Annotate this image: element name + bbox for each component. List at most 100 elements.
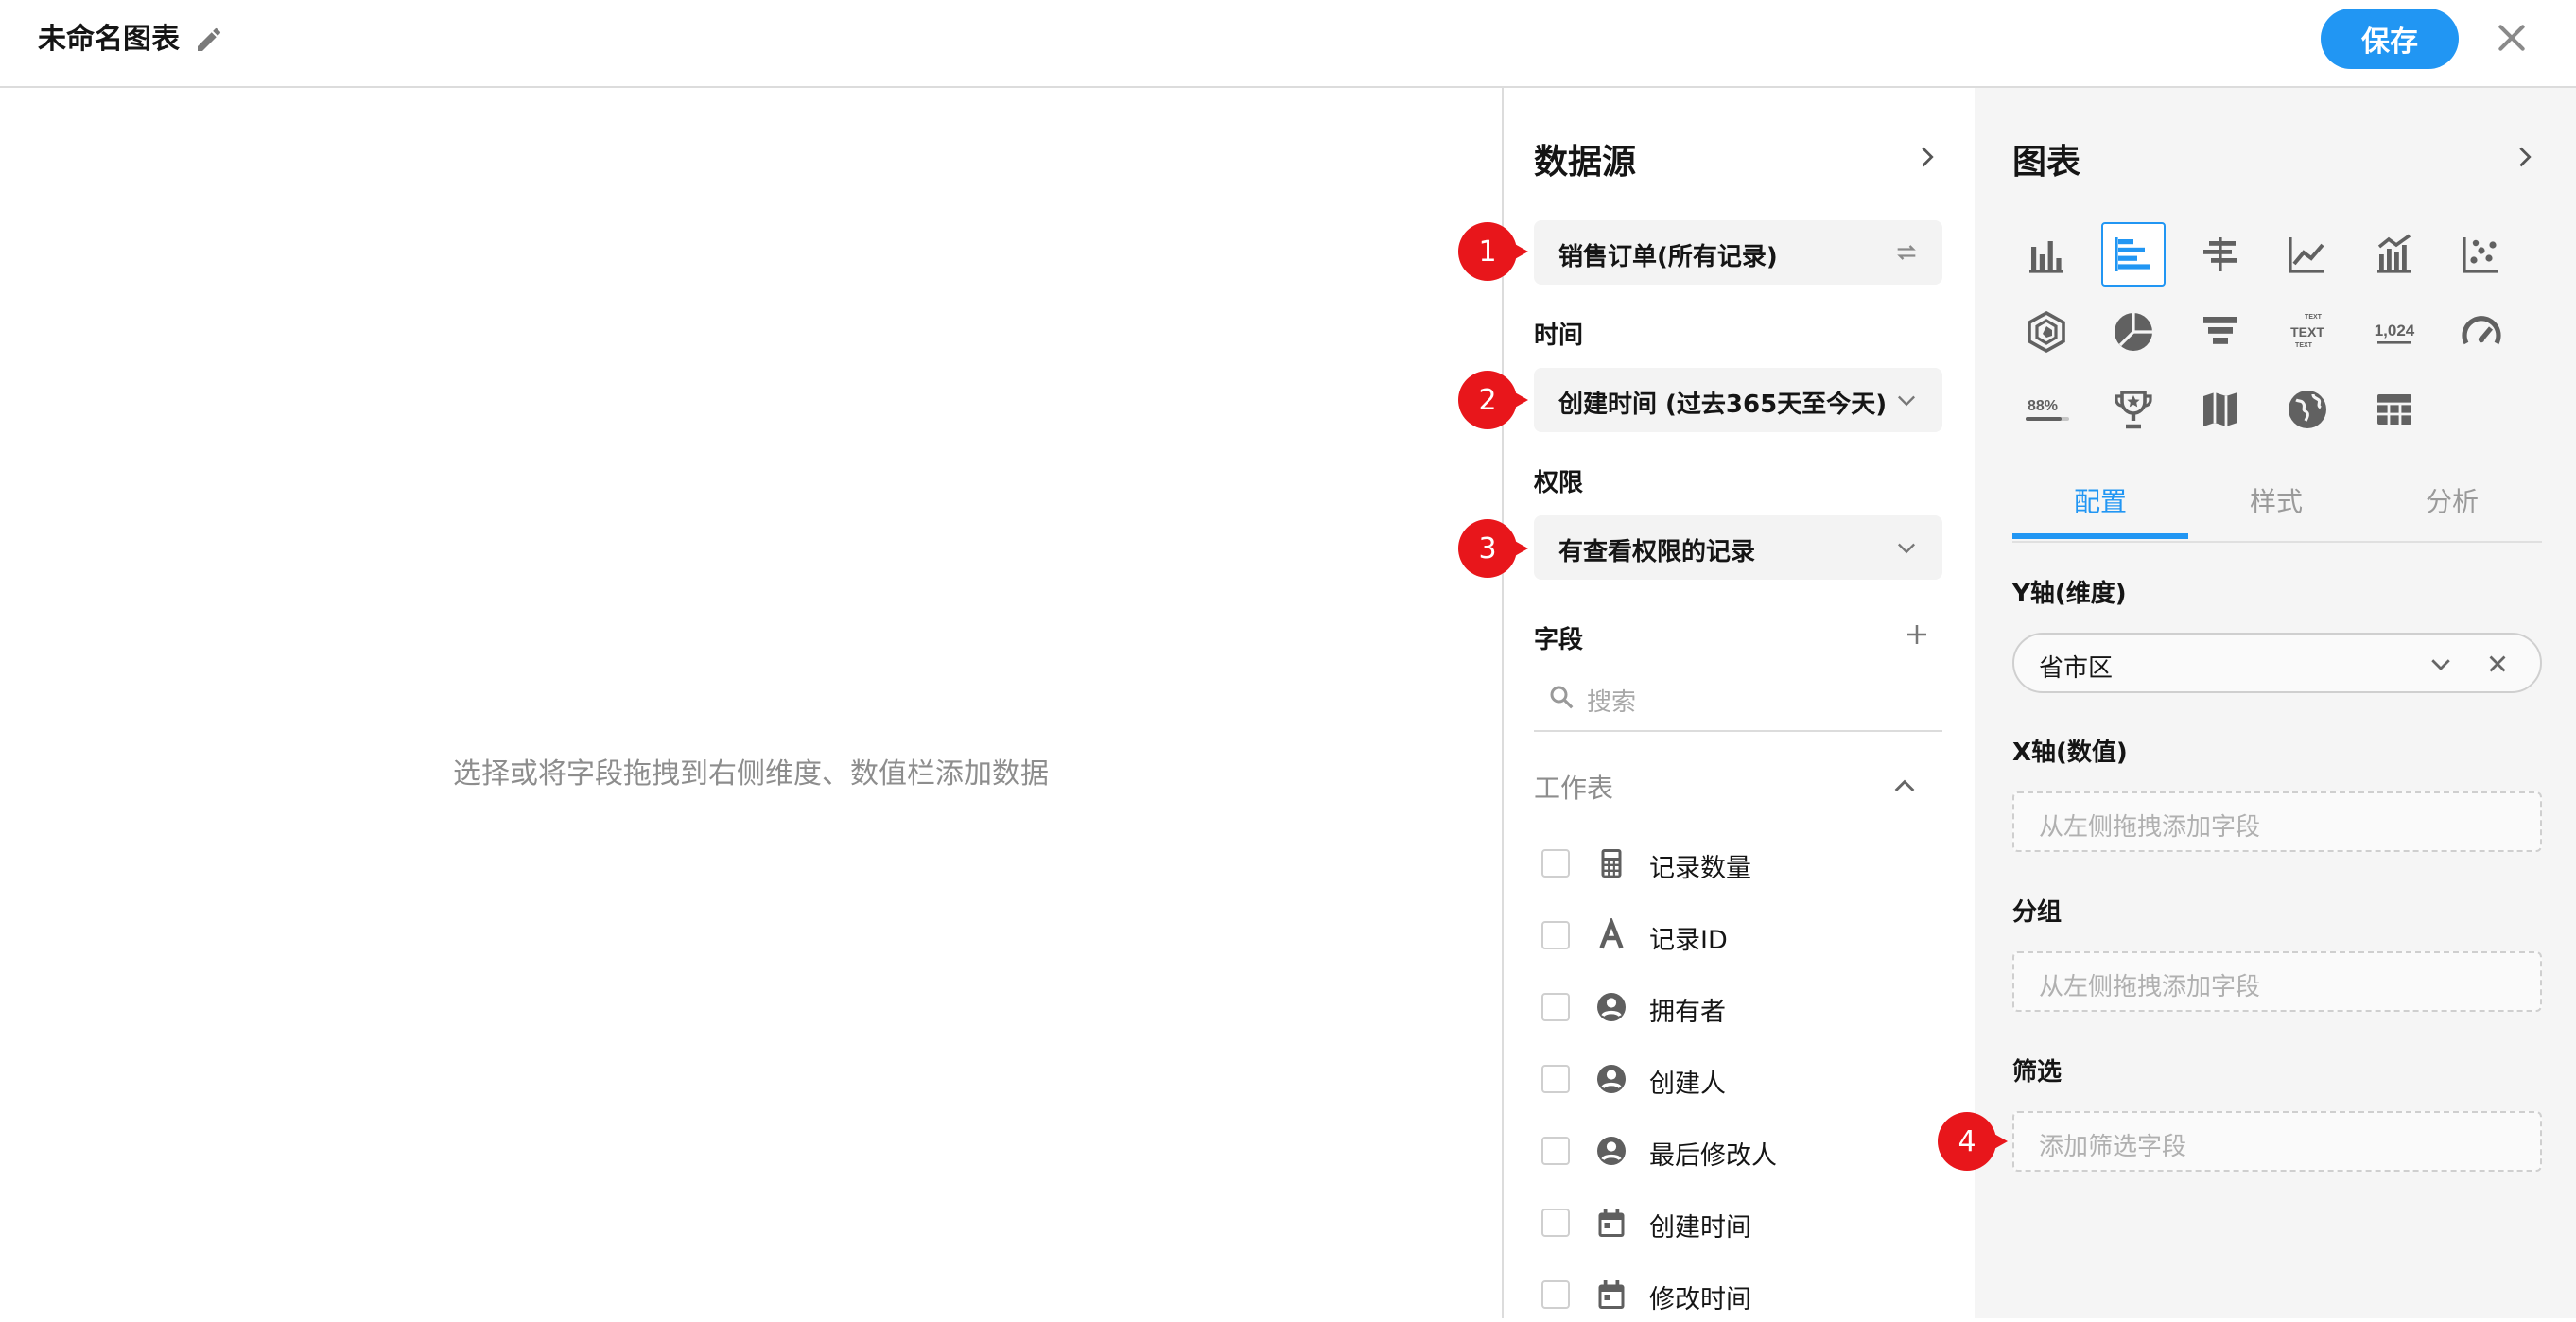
field-item[interactable]: 拥有者 bbox=[1541, 982, 1939, 1035]
calendar-icon bbox=[1598, 1280, 1625, 1309]
field-checkbox[interactable] bbox=[1541, 1065, 1570, 1093]
group-placeholder: 从左侧拖拽添加字段 bbox=[2039, 973, 2261, 1001]
chart-type-number[interactable]: 1,024 bbox=[2362, 300, 2427, 364]
close-icon[interactable] bbox=[2483, 650, 2512, 678]
permission-label: 权限 bbox=[1534, 469, 1584, 497]
chart-type-dual-axis[interactable] bbox=[2188, 222, 2253, 287]
datasource-select[interactable]: 销售订单(所有记录) bbox=[1534, 220, 1942, 285]
annotation-badge: 3 bbox=[1458, 519, 1528, 578]
person-icon bbox=[1597, 993, 1626, 1021]
gauge-chart-icon bbox=[2462, 316, 2501, 345]
table-chart-icon bbox=[2377, 394, 2411, 425]
pencil-icon[interactable] bbox=[194, 25, 224, 55]
field-name: 修改时间 bbox=[1649, 1285, 1751, 1314]
tab-config[interactable]: 配置 bbox=[2012, 481, 2188, 519]
permission-select[interactable]: 有查看权限的记录 bbox=[1534, 515, 1942, 580]
field-checkbox[interactable] bbox=[1541, 921, 1570, 949]
bar-chart-icon bbox=[2029, 241, 2063, 273]
svg-text:88%: 88% bbox=[2028, 398, 2058, 414]
ranking-chart-icon bbox=[2115, 391, 2152, 429]
field-item[interactable]: 创建人 bbox=[1541, 1053, 1939, 1106]
field-checkbox[interactable] bbox=[1541, 1280, 1570, 1309]
config-tabs: 配置 样式 分析 bbox=[2012, 468, 2542, 543]
chart-type-horizontal-bar[interactable] bbox=[2101, 222, 2166, 287]
chevron-right-icon[interactable] bbox=[2512, 144, 2538, 170]
chevron-down-icon bbox=[1898, 543, 1915, 554]
map-chart-icon bbox=[2203, 392, 2237, 426]
field-item[interactable]: 修改时间 bbox=[1541, 1269, 1939, 1322]
field-item[interactable]: 记录数量 bbox=[1541, 838, 1939, 891]
filter-placeholder: 添加筛选字段 bbox=[2039, 1133, 2187, 1161]
chart-type-scatter[interactable] bbox=[2449, 222, 2514, 287]
group-label: 分组 bbox=[2012, 898, 2063, 927]
chart-type-map[interactable] bbox=[2188, 377, 2253, 442]
chevron-down-icon bbox=[1898, 395, 1915, 407]
tab-analysis[interactable]: 分析 bbox=[2364, 481, 2540, 519]
y-axis-label: Y轴(维度) bbox=[2012, 580, 2127, 608]
save-button[interactable]: 保存 bbox=[2321, 9, 2459, 69]
field-checkbox[interactable] bbox=[1541, 849, 1570, 878]
chart-type-table[interactable] bbox=[2362, 377, 2427, 442]
annotation-badge: 2 bbox=[1458, 371, 1528, 429]
pie-chart-icon bbox=[2115, 313, 2152, 351]
chart-type-funnel[interactable] bbox=[2188, 300, 2253, 364]
scatter-chart-icon bbox=[2463, 237, 2498, 273]
chart-type-combo[interactable] bbox=[2362, 222, 2427, 287]
field-checkbox[interactable] bbox=[1541, 993, 1570, 1021]
search-input[interactable]: 搜索 bbox=[1587, 683, 1636, 718]
field-checkbox[interactable] bbox=[1541, 1209, 1570, 1237]
field-item[interactable]: 创建时间 bbox=[1541, 1197, 1939, 1250]
swap-icon[interactable] bbox=[1893, 239, 1920, 266]
chevron-down-icon[interactable] bbox=[2427, 650, 2455, 678]
annotation-badge: 4 bbox=[1938, 1112, 2008, 1171]
x-axis-label: X轴(数值) bbox=[2012, 739, 2128, 767]
chart-type-world-map[interactable] bbox=[2275, 377, 2340, 442]
chart-type-bar[interactable] bbox=[2014, 222, 2079, 287]
y-axis-field[interactable]: 省市区 bbox=[2012, 633, 2542, 693]
field-name: 记录ID bbox=[1649, 926, 1728, 955]
horizontal-bar-chart-icon bbox=[2115, 237, 2150, 271]
group-dropzone[interactable]: 从左侧拖拽添加字段 bbox=[2012, 951, 2542, 1012]
search-icon bbox=[1550, 686, 1574, 709]
number-chart-icon: 1,024 bbox=[2375, 322, 2415, 344]
svg-text:TEXT: TEXT bbox=[2290, 324, 2324, 339]
chevron-up-icon[interactable] bbox=[1889, 772, 1920, 802]
chart-type-radar[interactable] bbox=[2014, 300, 2079, 364]
time-value: 创建时间 (过去365天至今天) bbox=[1558, 391, 1888, 419]
field-item[interactable]: 最后修改人 bbox=[1541, 1125, 1939, 1178]
chart-type-progress[interactable]: 88% bbox=[2014, 377, 2079, 442]
field-item[interactable]: 记录ID bbox=[1541, 910, 1939, 963]
worksheet-group-label[interactable]: 工作表 bbox=[1534, 768, 1613, 806]
field-name: 创建时间 bbox=[1649, 1213, 1751, 1243]
svg-text:TEXT: TEXT bbox=[2295, 342, 2313, 349]
chart-title[interactable]: 未命名图表 bbox=[38, 21, 180, 59]
dual-axis-bar-icon bbox=[2203, 237, 2237, 271]
funnel-chart-icon bbox=[2203, 317, 2237, 344]
close-icon[interactable] bbox=[2493, 19, 2531, 57]
svg-text:1,024: 1,024 bbox=[2375, 322, 2415, 339]
x-axis-dropzone[interactable]: 从左侧拖拽添加字段 bbox=[2012, 791, 2542, 852]
y-axis-value: 省市区 bbox=[2039, 654, 2114, 683]
chart-type-line[interactable] bbox=[2275, 222, 2340, 287]
calculator-icon bbox=[1601, 849, 1622, 878]
chart-type-ranking[interactable] bbox=[2101, 377, 2166, 442]
field-name: 记录数量 bbox=[1649, 854, 1751, 883]
field-checkbox[interactable] bbox=[1541, 1137, 1570, 1165]
tab-style[interactable]: 样式 bbox=[2188, 481, 2364, 519]
world-map-icon bbox=[2289, 391, 2326, 428]
permission-value: 有查看权限的记录 bbox=[1558, 538, 1756, 566]
chevron-right-icon[interactable] bbox=[1914, 144, 1941, 170]
chart-type-gauge[interactable] bbox=[2449, 300, 2514, 364]
add-icon[interactable] bbox=[1903, 620, 1931, 649]
field-name: 创建人 bbox=[1649, 1070, 1726, 1099]
field-search[interactable]: 搜索 bbox=[1534, 666, 1942, 732]
radar-chart-icon bbox=[2028, 310, 2065, 354]
fields-label: 字段 bbox=[1534, 626, 1584, 654]
chart-type-pie[interactable] bbox=[2101, 300, 2166, 364]
filter-dropzone[interactable]: 添加筛选字段 bbox=[2012, 1111, 2542, 1172]
time-select[interactable]: 创建时间 (过去365天至今天) bbox=[1534, 368, 1942, 432]
chart-canvas[interactable]: 选择或将字段拖拽到右侧维度、数值栏添加数据 bbox=[0, 88, 1504, 1318]
chart-type-wordcloud[interactable]: TEXT TEXT TEXT bbox=[2275, 300, 2340, 364]
svg-text:TEXT: TEXT bbox=[2305, 314, 2323, 321]
top-bar: 未命名图表 保存 bbox=[0, 0, 2576, 88]
